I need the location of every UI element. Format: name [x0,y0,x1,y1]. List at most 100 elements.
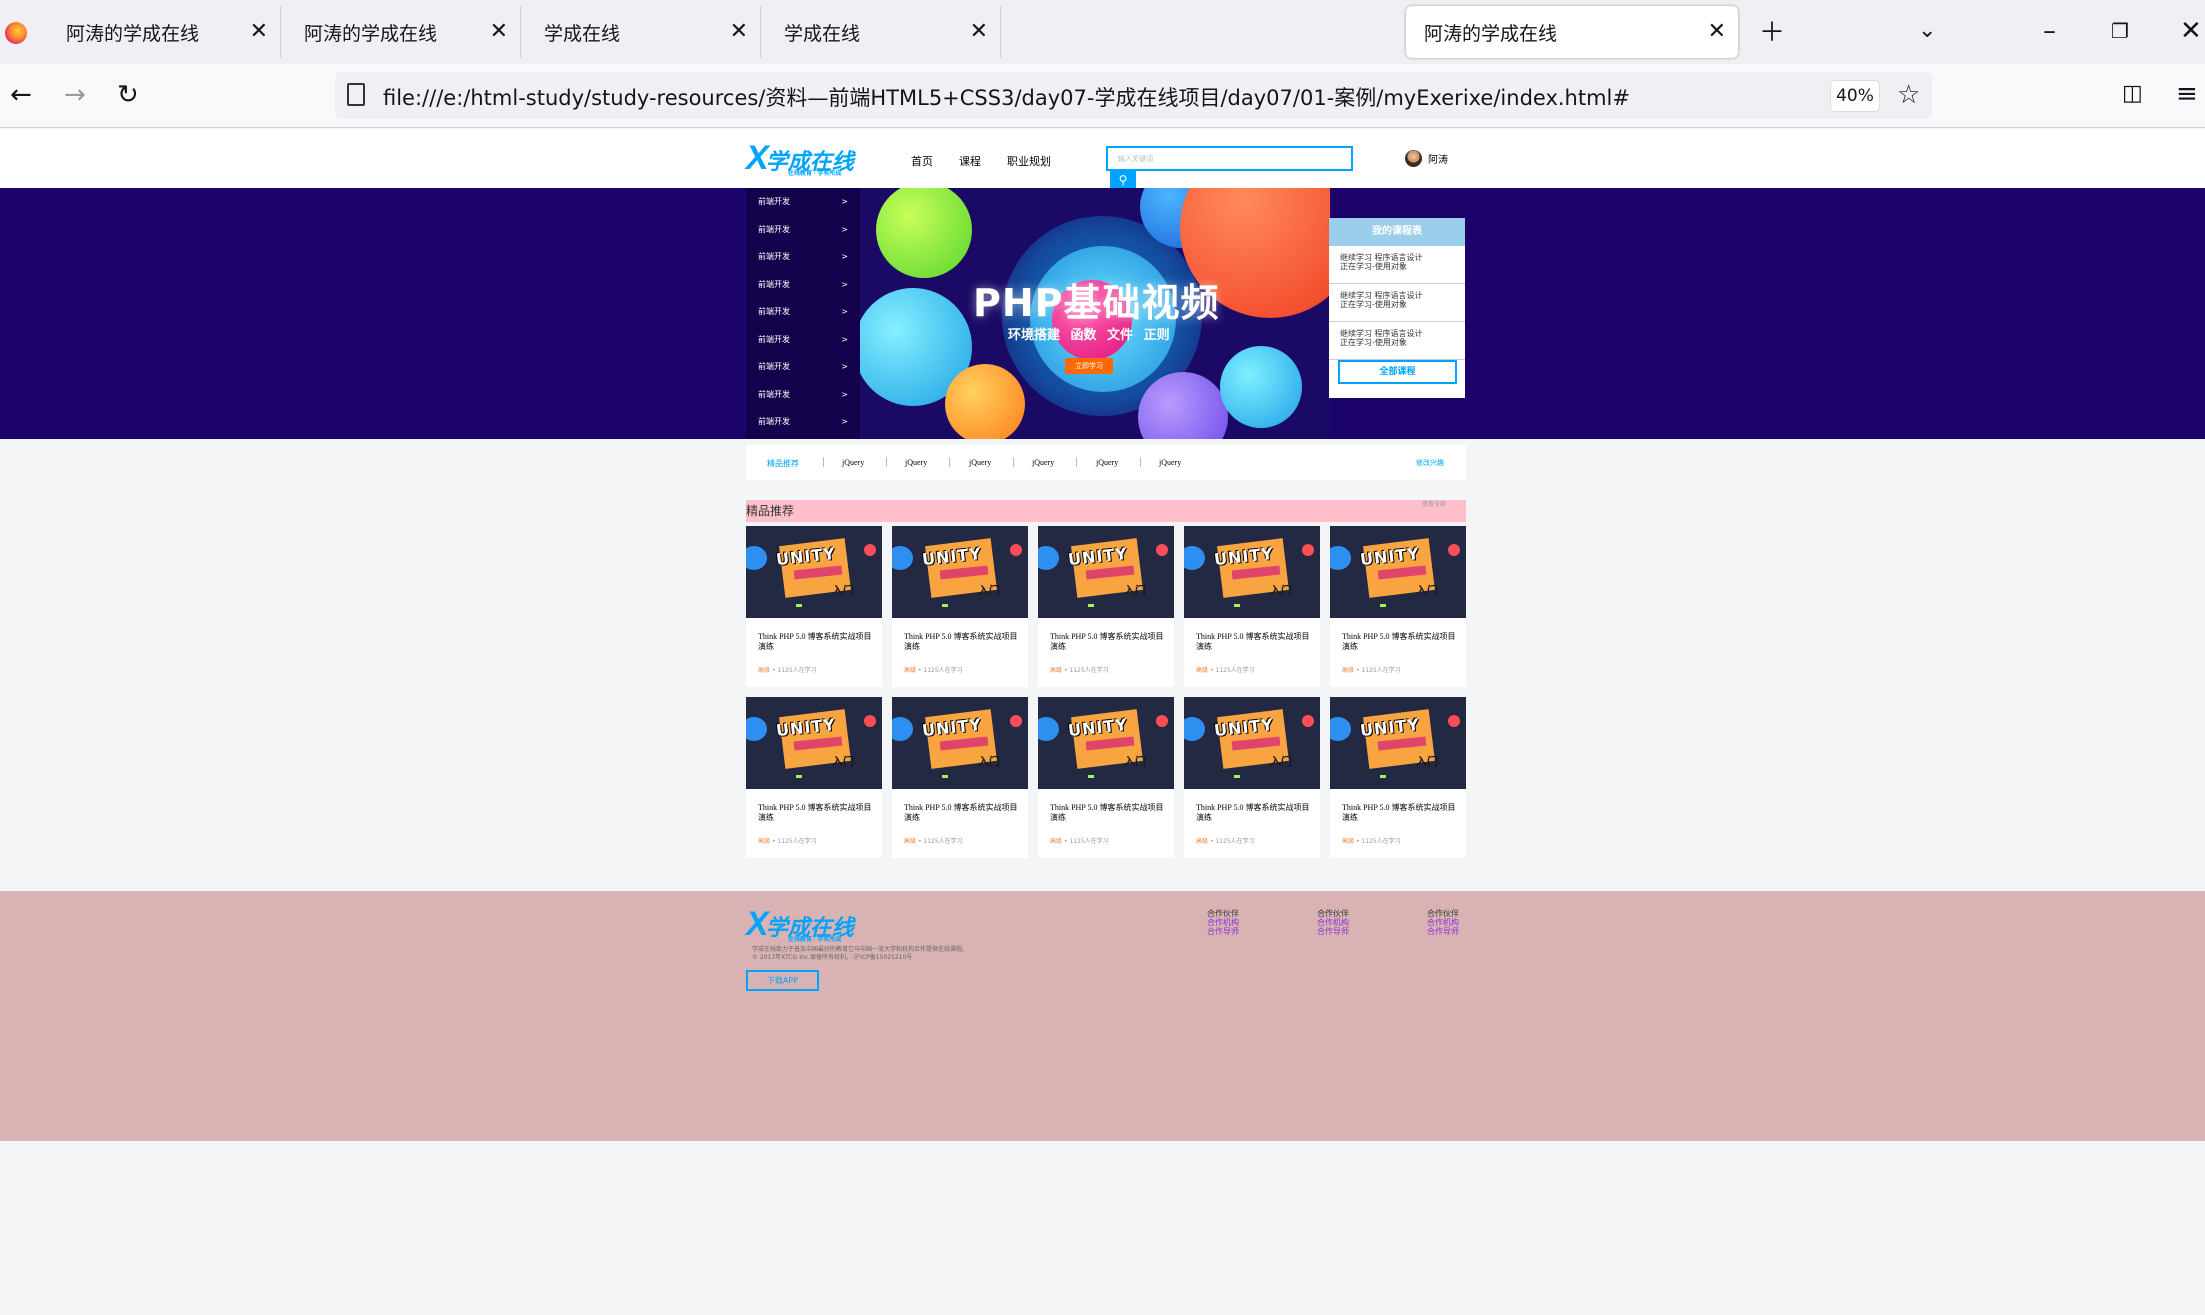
user-profile[interactable]: 阿涛 [1405,150,1448,167]
bookmark-star-icon[interactable]: ☆ [1897,80,1920,110]
course-card[interactable]: UNITY 入门 Think PHP 5.0 博客系统实战项目演练 高级 • 11… [1038,697,1174,858]
chevron-right-icon: > [841,389,848,399]
course-progress-item[interactable]: 继续学习 程序语言设计 正在学习-使用对象 [1329,284,1465,322]
sidebar-item[interactable]: 前端开发 > [746,353,860,381]
sidebar-label: 前端开发 [758,279,790,289]
close-tab-icon[interactable]: ✕ [1708,19,1726,45]
nav-home[interactable]: 首页 [911,153,933,169]
course-progress-item[interactable]: 继续学习 程序语言设计 正在学习-使用对象 [1329,246,1465,284]
filter-item[interactable]: jQuery [1032,458,1054,467]
back-arrow-icon[interactable]: ← [10,80,32,110]
filter-item-active[interactable]: 精品推荐 [767,458,799,469]
footer-description: 学成在线致力于普及中国最好的教育它与中国一流大学和机构合作提供在线课程。 © 2… [752,946,968,962]
course-title: Think PHP 5.0 博客系统实战项目演练 [1050,803,1164,822]
restore-icon[interactable]: ❐ [2111,16,2129,46]
close-tab-icon[interactable]: ✕ [730,19,748,45]
divider [1076,457,1077,467]
site-logo[interactable]: X学成在线 在线教育 · 学有所成 [746,139,854,178]
reload-icon[interactable]: ↻ [117,80,139,110]
course-level: 高级 [1342,838,1355,845]
hero-start-button[interactable]: 立即学习 [1065,358,1113,374]
footer-copyright: © 2017年XTCG Inc.保留所有权利。-沪ICP备15025210号 [752,954,913,961]
course-title: Think PHP 5.0 博客系统实战项目演练 [758,803,872,822]
list-tabs-chevron-icon[interactable]: ⌄ [1918,16,1936,46]
course-card[interactable]: UNITY 入门 Think PHP 5.0 博客系统实战项目演练 高级 • 11… [892,697,1028,858]
address-bar[interactable]: file:///e:/html-study/study-resources/资料… [335,72,1932,119]
footer-link[interactable]: 合作机构 [1207,918,1239,927]
footer-link[interactable]: 合作机构 [1427,918,1459,927]
close-tab-icon[interactable]: ✕ [970,19,988,45]
chevron-right-icon: > [841,362,848,372]
footer-link[interactable]: 合作机构 [1317,918,1349,927]
filter-item[interactable]: jQuery [969,458,991,467]
view-all-link[interactable]: 查看全部 [1422,500,1446,510]
thumbnail-tag: 入门 [1416,755,1438,768]
sidebar-item[interactable]: 前端开发 > [746,298,860,326]
course-meta: 高级 • 1125人在学习 [904,665,963,674]
sidebar-item[interactable]: 前端开发 > [746,216,860,244]
sidebar-item[interactable]: 前端开发 > [746,243,860,271]
hero-ball-decoration [1220,346,1302,428]
site-header: X学成在线 在线教育 · 学有所成 首页 课程 职业规划 输入关键词 ⚲ 阿涛 [0,129,2205,191]
footer-logo[interactable]: X学成在线 在线教育 · 学有所成 [746,905,854,944]
search-input[interactable]: 输入关键词 [1106,146,1353,171]
minimize-icon[interactable]: – [2043,16,2056,46]
course-card[interactable]: UNITY 入门 Think PHP 5.0 博客系统实战项目演练 高级 • 11… [746,526,882,687]
course-meta: 高级 • 1125人在学习 [1342,836,1401,845]
close-tab-icon[interactable]: ✕ [250,19,268,45]
logo-slogan: 在线教育 · 学有所成 [788,937,842,943]
course-card[interactable]: UNITY 入门 Think PHP 5.0 博客系统实战项目演练 高级 • 11… [1038,526,1174,687]
nav-courses[interactable]: 课程 [959,153,981,169]
sidebar-item[interactable]: 前端开发 > [746,271,860,299]
sidebar-item[interactable]: 前端开发 > [746,381,860,409]
close-tab-icon[interactable]: ✕ [490,19,508,45]
footer-link[interactable]: 合作导师 [1207,927,1239,936]
sidebar-item[interactable]: 前端开发 > [746,408,860,436]
category-sidebar: 前端开发 > 前端开发 > 前端开发 > 前端开发 > 前端开发 > 前端开发 > 前端开发… [746,188,860,439]
close-window-icon[interactable]: ✕ [2180,16,2202,46]
course-card[interactable]: UNITY 入门 Think PHP 5.0 博客系统实战项目演练 高级 • 11… [1330,697,1466,858]
course-card[interactable]: UNITY 入门 Think PHP 5.0 博客系统实战项目演练 高级 • 11… [1184,697,1320,858]
course-thumbnail: UNITY 入门 [1038,526,1174,618]
browser-tab-bar: 阿涛的学成在线 ✕ 阿涛的学成在线 ✕ 学成在线 ✕ 学成在线 ✕ 阿涛的学成在… [0,0,2205,64]
course-card[interactable]: UNITY 入门 Think PHP 5.0 博客系统实战项目演练 高级 • 11… [892,526,1028,687]
browser-tab[interactable]: 学成在线 ✕ [766,6,1001,58]
filter-item[interactable]: jQuery [842,458,864,467]
footer-link[interactable]: 合作导师 [1317,927,1349,936]
new-tab-icon[interactable]: ＋ [1759,18,1785,48]
download-app-button[interactable]: 下载APP [746,970,819,991]
course-level: 高级 [904,838,917,845]
hero-ball-decoration [945,364,1025,439]
zoom-level[interactable]: 40% [1830,80,1880,112]
sidebar-item[interactable]: 前端开发 > [746,188,860,216]
course-card[interactable]: UNITY 入门 Think PHP 5.0 博客系统实战项目演练 高级 • 11… [746,697,882,858]
browser-tab[interactable]: 阿涛的学成在线 ✕ [48,6,281,58]
menu-hamburger-icon[interactable]: ≡ [2176,79,2198,109]
all-courses-button[interactable]: 全部课程 [1338,360,1457,384]
sidebar-label: 前端开发 [758,224,790,234]
edit-interests-link[interactable]: 修改兴趣 [1416,458,1444,468]
pocket-icon[interactable]: ◫ [2122,79,2143,109]
course-meta: 高级 • 1125人在学习 [1196,665,1255,674]
filter-item[interactable]: jQuery [1159,458,1181,467]
sidebar-label: 前端开发 [758,197,790,207]
course-thumbnail: UNITY 入门 [892,697,1028,789]
browser-tab-active[interactable]: 阿涛的学成在线 ✕ [1406,6,1738,58]
course-count: • 1125人在学习 [1063,838,1109,845]
search-placeholder: 输入关键词 [1118,155,1153,163]
course-thumbnail: UNITY 入门 [1038,697,1174,789]
course-card[interactable]: UNITY 入门 Think PHP 5.0 博客系统实战项目演练 高级 • 11… [1184,526,1320,687]
logo-mark: X [746,905,769,943]
hero-image[interactable]: PHP基础视频 环境搭建 函数 文件 正则 立即学习 [860,188,1330,439]
browser-tab[interactable]: 学成在线 ✕ [526,6,761,58]
sidebar-label: 前端开发 [758,307,790,317]
course-card[interactable]: UNITY 入门 Think PHP 5.0 博客系统实战项目演练 高级 • 11… [1330,526,1466,687]
filter-item[interactable]: jQuery [905,458,927,467]
browser-tab[interactable]: 阿涛的学成在线 ✕ [286,6,521,58]
footer-link[interactable]: 合作导师 [1427,927,1459,936]
course-progress-item[interactable]: 继续学习 程序语言设计 正在学习-使用对象 [1329,322,1465,360]
sidebar-item[interactable]: 前端开发 > [746,326,860,354]
forward-arrow-icon[interactable]: → [64,80,86,110]
nav-career[interactable]: 职业规划 [1007,153,1051,169]
filter-item[interactable]: jQuery [1096,458,1118,467]
